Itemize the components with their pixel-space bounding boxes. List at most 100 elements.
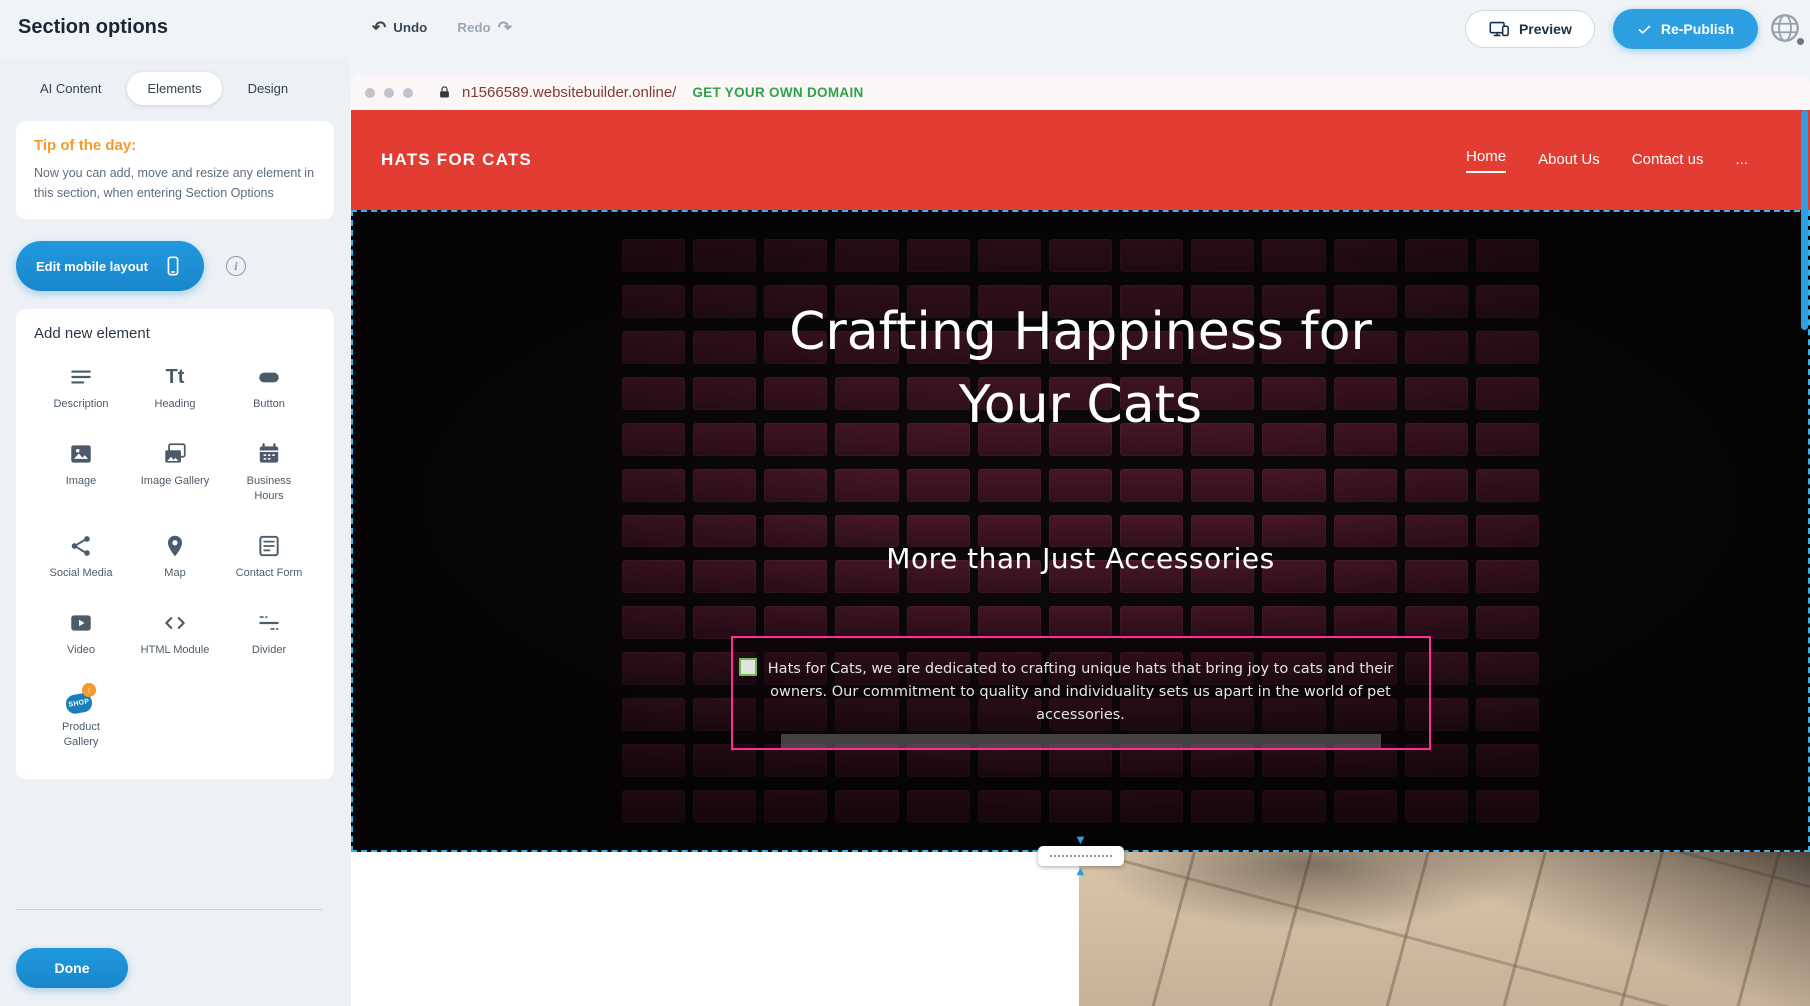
info-icon[interactable]: i [226,256,246,276]
vertical-scrollbar-thumb[interactable] [1801,110,1808,330]
republish-button[interactable]: Re-Publish [1613,9,1758,49]
hero-tile [1334,606,1397,639]
hero-subheading[interactable]: More than Just Accessories [353,542,1808,575]
resize-handle-green[interactable] [739,658,757,676]
hero-tile [835,790,898,823]
tab-ai-content[interactable]: AI Content [20,72,121,105]
preview-button[interactable]: Preview [1465,10,1595,48]
section-resize-handle[interactable]: ▼ ▲ [1038,835,1124,877]
edit-mobile-label: Edit mobile layout [36,259,148,274]
edit-mobile-layout-button[interactable]: Edit mobile layout [16,241,204,291]
nav-item-home[interactable]: Home [1466,148,1506,173]
element-social-media[interactable]: Social Media [34,533,128,580]
tab-design[interactable]: Design [228,72,308,105]
business-hours-icon [256,441,282,467]
hero-tile [1334,469,1397,502]
get-your-own-domain-link[interactable]: GET YOUR OWN DOMAIN [692,85,863,100]
arrow-up-icon: ▲ [1077,866,1085,877]
element-image-gallery[interactable]: Image Gallery [128,441,222,503]
hero-tile [622,790,685,823]
hero-tile [622,744,685,777]
site-logo[interactable]: HATS FOR CATS [381,150,532,170]
resize-handle-pill [1038,846,1124,866]
check-icon [1637,22,1652,37]
pavement-photo [1079,852,1810,1006]
element-grid: Description Tt Heading Button Image Imag… [34,364,316,749]
hero-tile [622,239,685,272]
language-globe-button[interactable] [1768,11,1804,47]
nav-item-more[interactable]: ... [1735,151,1748,170]
hero-tile [1476,606,1539,639]
done-button[interactable]: Done [16,948,128,988]
element-label: Contact Form [236,566,303,580]
add-new-element-title: Add new element [34,325,316,342]
element-video[interactable]: Video [34,610,128,657]
topbar: Section options ↶ Undo Redo ↷ Preview Re… [0,0,1810,58]
hero-tile [1191,239,1254,272]
element-label: Heading [155,397,196,411]
element-label: Product Gallery [45,720,117,749]
hero-tile [835,469,898,502]
hero-tile [978,606,1041,639]
element-label: Social Media [50,566,113,580]
hero-tile [1191,790,1254,823]
hero-tile [1120,469,1183,502]
element-button[interactable]: Button [222,364,316,411]
button-icon [256,364,282,390]
undo-button[interactable]: ↶ Undo [372,19,427,36]
image-icon [68,441,94,467]
element-label: Image [66,474,97,488]
dotted-line [1050,855,1112,857]
hero-tile [1476,698,1539,731]
hero-tile [1476,652,1539,685]
tab-elements[interactable]: Elements [127,72,221,105]
element-business-hours[interactable]: Business Hours [222,441,316,503]
redo-button[interactable]: Redo ↷ [457,19,512,36]
element-map[interactable]: Map [128,533,222,580]
address-bar-url[interactable]: n1566589.websitebuilder.online/ [462,84,676,101]
selected-text-element[interactable]: Hats for Cats, we are dedicated to craft… [731,636,1431,750]
element-description[interactable]: Description [34,364,128,411]
site-nav: Home About Us Contact us ... [1466,110,1748,210]
window-control-dot [365,88,375,98]
page-title: Section options [18,16,168,39]
hero-tile [1120,790,1183,823]
hero-heading[interactable]: Crafting Happiness for Your Cats [353,296,1808,442]
element-product-gallery[interactable]: SHOP ↑ Product Gallery [34,687,128,749]
hero-tile [1334,239,1397,272]
hero-tile [907,790,970,823]
hero-tile [1049,469,1112,502]
window-control-dot [384,88,394,98]
hero-tile [907,606,970,639]
phone-icon [162,255,184,277]
hero-tile [1405,790,1468,823]
window-controls [365,88,413,98]
element-contact-form[interactable]: Contact Form [222,533,316,580]
hero-tile [1049,239,1112,272]
hero-tile [1262,469,1325,502]
upgrade-badge-icon: ↑ [82,683,96,697]
element-divider[interactable]: Divider [222,610,316,657]
element-label: Button [253,397,285,411]
hero-tile [1476,790,1539,823]
selected-hero-section[interactable]: Crafting Happiness for Your Cats More th… [351,210,1810,852]
nav-item-contact-us[interactable]: Contact us [1632,151,1704,170]
video-icon [68,610,94,636]
divider-icon [256,610,282,636]
element-html-module[interactable]: HTML Module [128,610,222,657]
hero-tile [835,239,898,272]
hero-tile [693,606,756,639]
window-control-dot [403,88,413,98]
element-heading[interactable]: Tt Heading [128,364,222,411]
hero-tile [978,790,1041,823]
nav-item-about-us[interactable]: About Us [1538,151,1600,170]
hero-tile [978,239,1041,272]
hero-tile [1476,239,1539,272]
hero-tile [1120,606,1183,639]
hero-tile [1191,606,1254,639]
element-image[interactable]: Image [34,441,128,503]
hero-tile [1476,469,1539,502]
product-gallery-icon: SHOP ↑ [66,687,96,713]
hero-tile [1262,606,1325,639]
description-icon [68,364,94,390]
